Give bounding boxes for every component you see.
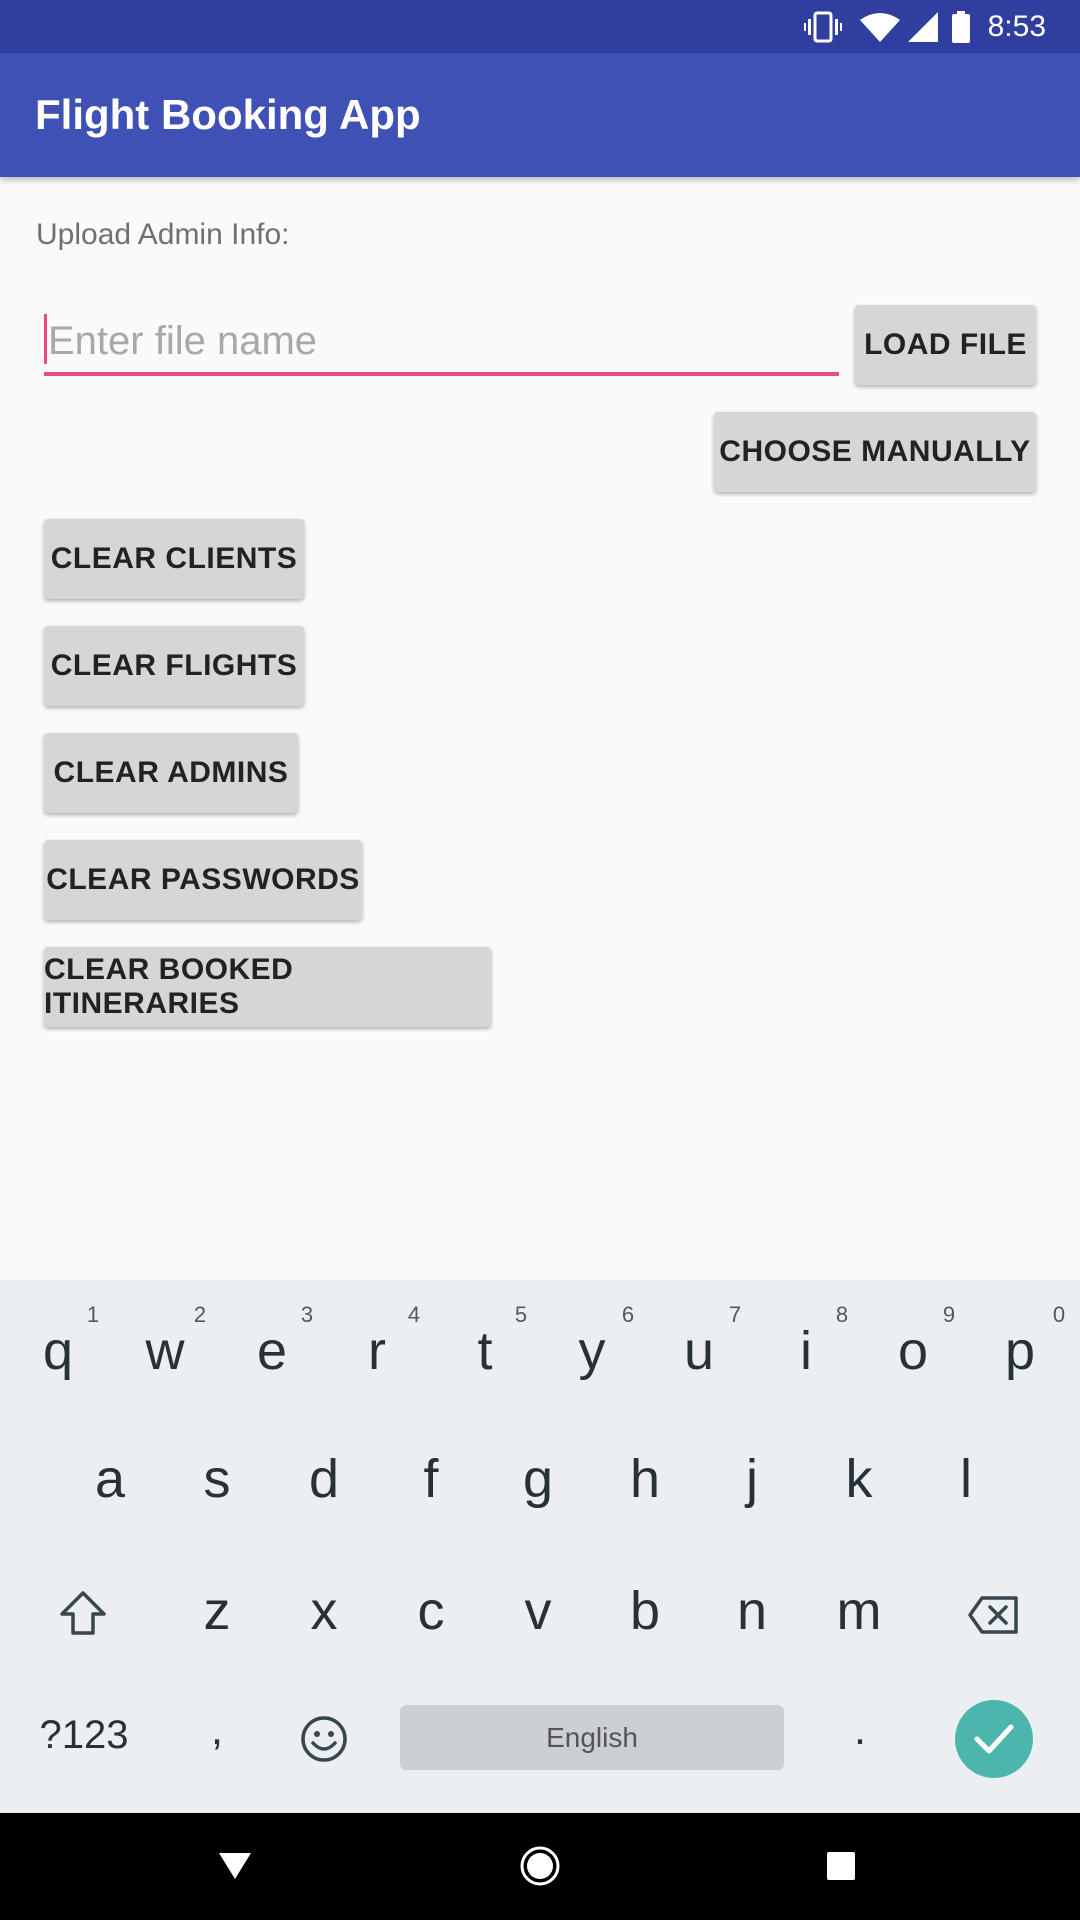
key-hint-2: 2: [193, 1302, 207, 1327]
key-hint-5: 5: [514, 1302, 528, 1327]
backspace-key[interactable]: [968, 1595, 1020, 1640]
key-hint-8: 8: [835, 1302, 849, 1327]
battery-icon: [951, 10, 970, 43]
choose-manually-button[interactable]: CHOOSE MANUALLY: [714, 412, 1036, 492]
vibrate-icon: [803, 11, 842, 43]
key-hint-9: 9: [942, 1302, 956, 1327]
key-t[interactable]: t: [431, 1320, 539, 1382]
upload-admin-info-label: Upload Admin Info:: [36, 218, 290, 251]
key-o[interactable]: o: [859, 1320, 967, 1382]
key-n[interactable]: n: [698, 1580, 806, 1642]
clear-flights-button[interactable]: CLEAR FLIGHTS: [44, 626, 304, 706]
key-u[interactable]: u: [645, 1320, 753, 1382]
spacebar[interactable]: English: [400, 1705, 784, 1770]
enter-key[interactable]: [955, 1700, 1033, 1778]
wifi-icon: [859, 12, 900, 42]
shift-icon: [60, 1591, 106, 1635]
key-hint-0: 0: [1052, 1302, 1066, 1327]
key-h[interactable]: h: [591, 1448, 699, 1510]
file-name-field[interactable]: [44, 308, 839, 376]
key-c[interactable]: c: [377, 1580, 485, 1642]
key-z[interactable]: z: [163, 1580, 271, 1642]
back-icon[interactable]: [218, 1851, 252, 1886]
home-icon[interactable]: [519, 1845, 561, 1892]
navigation-bar: [0, 1813, 1080, 1920]
key-q[interactable]: q: [4, 1320, 112, 1382]
status-bar: 8:53: [0, 0, 1080, 53]
key-m[interactable]: m: [805, 1580, 913, 1642]
backspace-icon: [968, 1596, 1018, 1634]
symbols-key[interactable]: ?123: [24, 1713, 144, 1758]
key-k[interactable]: k: [805, 1448, 913, 1510]
key-hint-1: 1: [86, 1302, 100, 1327]
soft-keyboard: q 1 w 2 e 3 r 4 t 5 y 6 u 7 i 8 o 9 p 0 …: [0, 1280, 1080, 1813]
clear-booked-itineraries-button[interactable]: CLEAR BOOKED ITINERARIES: [44, 947, 491, 1027]
app-bar: Flight Booking App: [0, 53, 1080, 177]
file-name-input[interactable]: [46, 312, 830, 370]
key-a[interactable]: a: [56, 1448, 164, 1510]
recents-icon[interactable]: [827, 1852, 855, 1885]
status-time: 8:53: [987, 9, 1046, 43]
key-s[interactable]: s: [163, 1448, 271, 1510]
clear-passwords-button[interactable]: CLEAR PASSWORDS: [44, 840, 362, 920]
key-y[interactable]: y: [538, 1320, 646, 1382]
key-hint-6: 6: [621, 1302, 635, 1327]
period-key[interactable]: .: [806, 1705, 914, 1755]
key-hint-7: 7: [728, 1302, 742, 1327]
key-g[interactable]: g: [484, 1448, 592, 1510]
app-title: Flight Booking App: [35, 91, 421, 138]
key-i[interactable]: i: [752, 1320, 860, 1382]
shift-key[interactable]: [58, 1590, 108, 1641]
key-r[interactable]: r: [323, 1320, 431, 1382]
key-l[interactable]: l: [912, 1448, 1020, 1510]
checkmark-icon: [974, 1724, 1014, 1754]
emoji-key[interactable]: [300, 1715, 348, 1768]
key-b[interactable]: b: [591, 1580, 699, 1642]
signal-icon: [907, 11, 938, 42]
emoji-icon: [301, 1716, 347, 1762]
comma-key[interactable]: ,: [163, 1705, 271, 1755]
key-e[interactable]: e: [218, 1320, 326, 1382]
key-d[interactable]: d: [270, 1448, 378, 1510]
key-v[interactable]: v: [484, 1580, 592, 1642]
key-p[interactable]: p: [966, 1320, 1074, 1382]
clear-admins-button[interactable]: CLEAR ADMINS: [44, 733, 298, 813]
key-hint-4: 4: [407, 1302, 421, 1327]
key-w[interactable]: w: [111, 1320, 219, 1382]
load-file-button[interactable]: LOAD FILE: [855, 305, 1036, 385]
key-f[interactable]: f: [377, 1448, 485, 1510]
key-x[interactable]: x: [270, 1580, 378, 1642]
key-j[interactable]: j: [698, 1448, 806, 1510]
key-hint-3: 3: [300, 1302, 314, 1327]
clear-clients-button[interactable]: CLEAR CLIENTS: [44, 519, 304, 599]
